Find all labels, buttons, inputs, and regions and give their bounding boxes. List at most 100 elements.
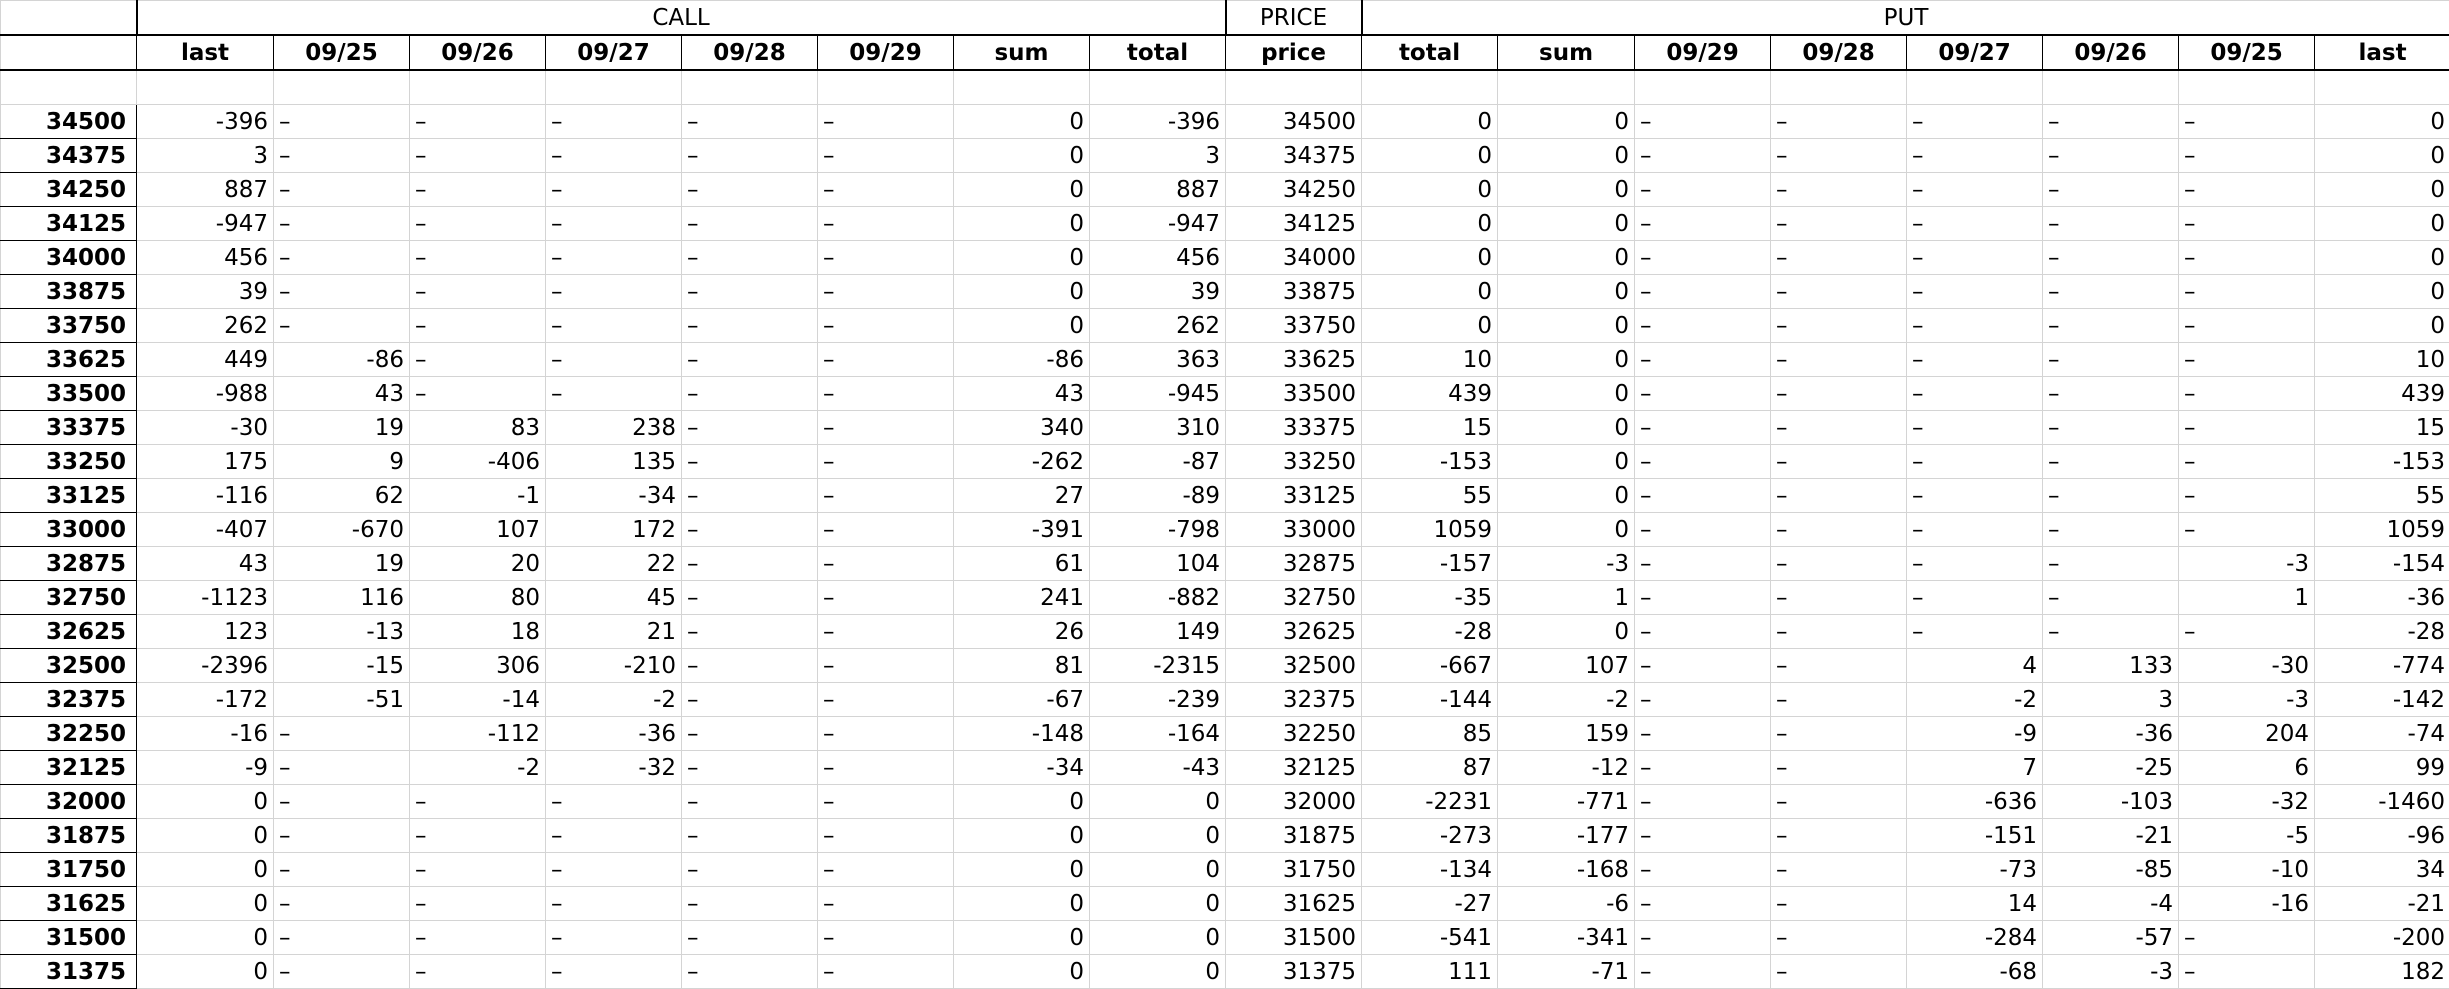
table-cell[interactable]: 0	[137, 853, 274, 887]
table-cell[interactable]: 0	[1498, 445, 1635, 479]
table-cell[interactable]: –	[682, 921, 818, 955]
table-cell[interactable]: –	[1635, 853, 1771, 887]
table-cell[interactable]: –	[546, 241, 682, 275]
table-cell[interactable]: -34	[954, 751, 1090, 785]
table-cell[interactable]: –	[2179, 513, 2315, 547]
table-cell[interactable]: -28	[2315, 615, 2449, 649]
table-cell[interactable]: –	[1771, 683, 1907, 717]
table-cell[interactable]: –	[2043, 241, 2179, 275]
table-cell[interactable]: –	[682, 411, 818, 445]
table-cell[interactable]: –	[818, 309, 954, 343]
table-cell[interactable]: 33500	[1226, 377, 1362, 411]
table-cell[interactable]: –	[1907, 241, 2043, 275]
table-cell[interactable]: -407	[137, 513, 274, 547]
table-cell[interactable]: 0	[1498, 139, 1635, 173]
table-cell[interactable]: -73	[1907, 853, 2043, 887]
table-cell[interactable]: –	[1635, 955, 1771, 989]
table-cell[interactable]: 7	[1907, 751, 2043, 785]
table-cell[interactable]: 32125	[1226, 751, 1362, 785]
table-cell[interactable]: 175	[137, 445, 274, 479]
table-cell[interactable]: –	[410, 853, 546, 887]
table-cell[interactable]: 45	[546, 581, 682, 615]
table-cell[interactable]: -164	[1090, 717, 1226, 751]
table-cell[interactable]: –	[2179, 955, 2315, 989]
table-cell[interactable]: –	[1907, 513, 2043, 547]
table-cell[interactable]: 0	[1498, 173, 1635, 207]
table-cell[interactable]: 0	[2315, 139, 2449, 173]
table-cell[interactable]: -68	[1907, 955, 2043, 989]
row-header[interactable]: 33875	[1, 275, 137, 309]
table-cell[interactable]: –	[1771, 955, 1907, 989]
table-cell[interactable]: 0	[1090, 819, 1226, 853]
table-cell[interactable]: –	[2043, 275, 2179, 309]
table-cell[interactable]: –	[1635, 683, 1771, 717]
table-cell[interactable]: –	[818, 173, 954, 207]
row-header[interactable]: 31500	[1, 921, 137, 955]
table-cell[interactable]: –	[1771, 853, 1907, 887]
table-cell[interactable]: 159	[1498, 717, 1635, 751]
table-cell[interactable]: –	[546, 819, 682, 853]
table-cell[interactable]: –	[1771, 921, 1907, 955]
table-cell[interactable]: –	[818, 105, 954, 139]
table-cell[interactable]: –	[818, 275, 954, 309]
table-cell[interactable]: -9	[137, 751, 274, 785]
table-cell[interactable]: 0	[137, 819, 274, 853]
table-cell[interactable]: -36	[546, 717, 682, 751]
table-cell[interactable]: -396	[137, 105, 274, 139]
table-cell[interactable]: -670	[274, 513, 410, 547]
table-cell[interactable]: –	[818, 411, 954, 445]
table-cell[interactable]: –	[818, 547, 954, 581]
table-cell[interactable]: –	[274, 173, 410, 207]
table-cell[interactable]: 55	[2315, 479, 2449, 513]
table-cell[interactable]: –	[1635, 547, 1771, 581]
table-cell[interactable]: 0	[2315, 173, 2449, 207]
table-cell[interactable]: –	[2043, 445, 2179, 479]
table-cell[interactable]: 33750	[1226, 309, 1362, 343]
table-cell[interactable]: -21	[2315, 887, 2449, 921]
blank-cell[interactable]	[1226, 70, 1362, 105]
table-cell[interactable]: 31625	[1226, 887, 1362, 921]
table-cell[interactable]: –	[818, 615, 954, 649]
table-cell[interactable]: –	[1635, 411, 1771, 445]
table-cell[interactable]: 27	[954, 479, 1090, 513]
row-header[interactable]: 32625	[1, 615, 137, 649]
table-cell[interactable]: 0	[1498, 513, 1635, 547]
table-cell[interactable]: 18	[410, 615, 546, 649]
table-cell[interactable]: -4	[2043, 887, 2179, 921]
table-cell[interactable]: 262	[1090, 309, 1226, 343]
table-cell[interactable]: -9	[1907, 717, 2043, 751]
table-cell[interactable]: –	[818, 377, 954, 411]
table-cell[interactable]: –	[410, 207, 546, 241]
table-cell[interactable]: –	[1907, 411, 2043, 445]
table-cell[interactable]: -2	[546, 683, 682, 717]
table-cell[interactable]: -153	[2315, 445, 2449, 479]
table-cell[interactable]: –	[2043, 547, 2179, 581]
row-header[interactable]: 34000	[1, 241, 137, 275]
table-cell[interactable]: –	[546, 785, 682, 819]
table-cell[interactable]: –	[1907, 581, 2043, 615]
table-cell[interactable]: 0	[1362, 105, 1498, 139]
table-cell[interactable]: -116	[137, 479, 274, 513]
table-cell[interactable]: –	[2043, 309, 2179, 343]
table-cell[interactable]: 43	[954, 377, 1090, 411]
table-cell[interactable]: 0	[1498, 105, 1635, 139]
table-cell[interactable]: –	[1635, 445, 1771, 479]
table-cell[interactable]: 34375	[1226, 139, 1362, 173]
blank-cell[interactable]	[1771, 70, 1907, 105]
table-cell[interactable]: 0	[2315, 207, 2449, 241]
table-cell[interactable]: 33250	[1226, 445, 1362, 479]
table-cell[interactable]: –	[546, 139, 682, 173]
table-cell[interactable]: –	[682, 479, 818, 513]
blank-cell[interactable]	[1907, 70, 2043, 105]
table-cell[interactable]: –	[1771, 479, 1907, 513]
table-cell[interactable]: -153	[1362, 445, 1498, 479]
table-cell[interactable]: –	[1771, 649, 1907, 683]
table-cell[interactable]: -200	[2315, 921, 2449, 955]
table-cell[interactable]: –	[818, 819, 954, 853]
table-cell[interactable]: –	[1771, 785, 1907, 819]
table-cell[interactable]: –	[1635, 649, 1771, 683]
row-header[interactable]: 33250	[1, 445, 137, 479]
row-header[interactable]: 31875	[1, 819, 137, 853]
table-cell[interactable]: –	[2043, 207, 2179, 241]
table-cell[interactable]: –	[818, 887, 954, 921]
